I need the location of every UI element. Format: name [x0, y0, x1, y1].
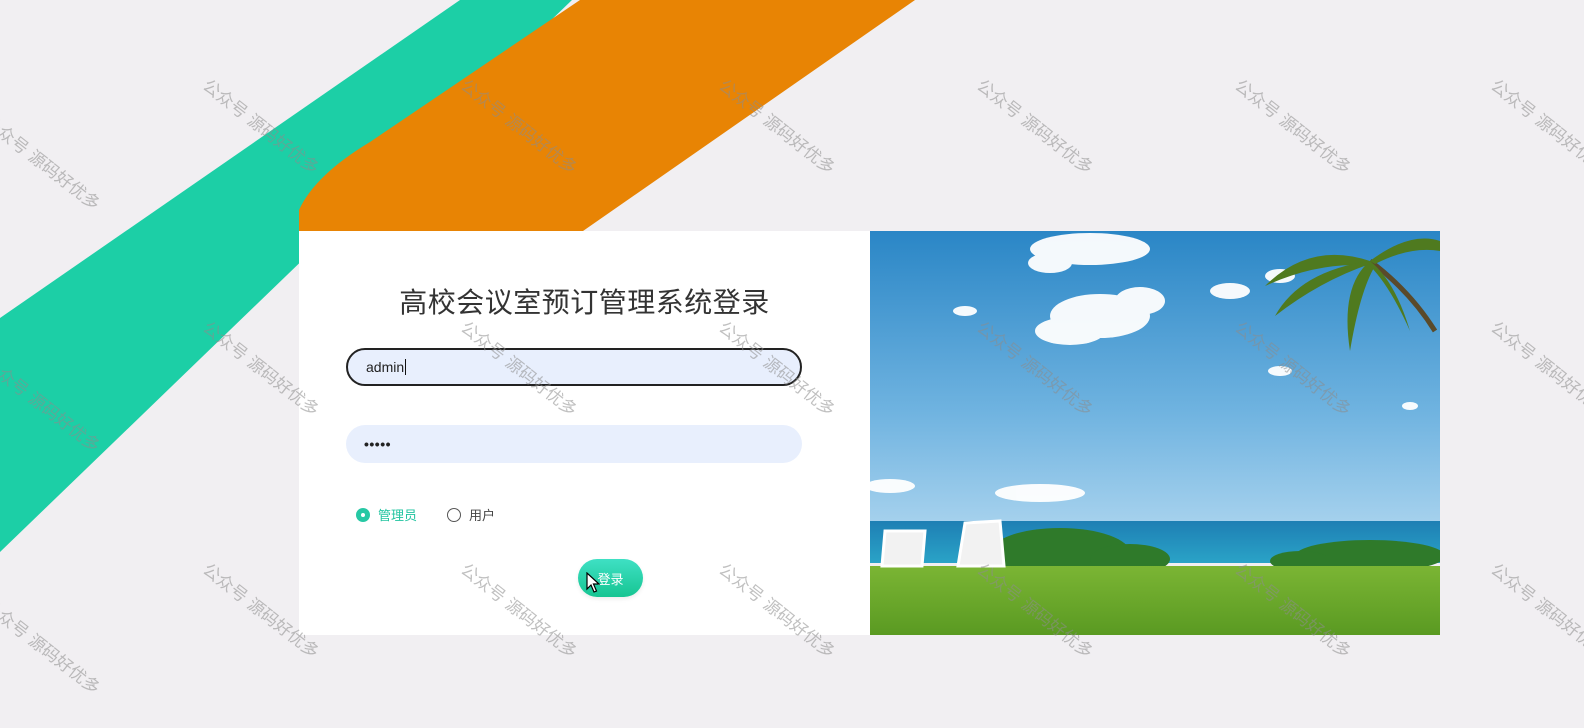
role-radio-group: 管理员 用户	[356, 505, 525, 524]
password-input[interactable]: •••••	[346, 425, 802, 463]
beach-scene-image	[870, 231, 1440, 635]
role-label-user: 用户	[469, 509, 496, 524]
username-value: admin	[366, 359, 405, 375]
username-input[interactable]: admin	[346, 348, 802, 386]
role-label-admin: 管理员	[378, 509, 418, 524]
mouse-cursor-icon	[586, 572, 600, 593]
role-option-admin[interactable]: 管理员	[356, 505, 417, 524]
radio-unchecked-icon[interactable]	[447, 507, 462, 522]
login-card: 高校会议室预订管理系统登录 admin ••••• 管理员 用户 登录	[299, 231, 870, 635]
login-title: 高校会议室预订管理系统登录	[399, 286, 770, 319]
radio-checked-icon[interactable]	[356, 507, 370, 522]
password-value: •••••	[364, 436, 392, 452]
role-option-user[interactable]: 用户	[447, 505, 495, 524]
text-caret	[405, 359, 407, 375]
